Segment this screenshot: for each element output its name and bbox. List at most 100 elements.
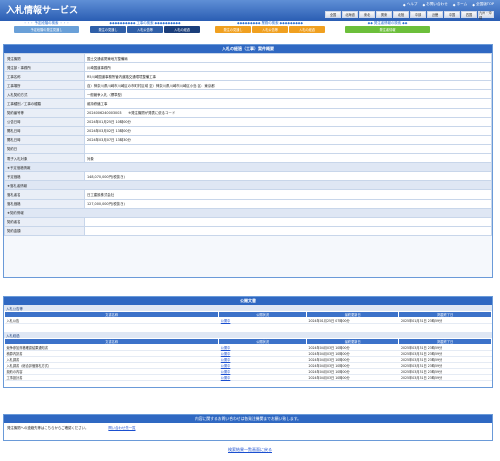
- row-value: 2024年03月02日 13時00分: [84, 125, 492, 136]
- region-button[interactable]: 北陸: [393, 11, 409, 18]
- row-value: 2024年03月07日 13時30分: [84, 134, 492, 145]
- row-value: 国土交通省関東地方整備局: [84, 52, 492, 64]
- back-to-results-link[interactable]: 検索結果一覧画面に戻る: [0, 447, 500, 453]
- header-link-label: ホーム: [456, 2, 468, 6]
- documents-title: 公開文書: [4, 297, 492, 305]
- row-label: 工事場所: [4, 80, 85, 91]
- app-title: 入札情報サービス: [6, 5, 79, 15]
- region-button[interactable]: 九州・沖縄: [478, 11, 494, 20]
- detail-row: 工事種別／工事の種類 維持修繕工事: [4, 98, 492, 109]
- row-value: 維持修繕工事: [84, 98, 492, 109]
- contact-list-link[interactable]: 問い合わせ先一覧: [108, 425, 135, 430]
- contact-panel: 内容に関するお問い合わせは各発注機関までお願い致します。 発注機関への連絡先等は…: [3, 414, 493, 441]
- status-link[interactable]: 公開中: [218, 317, 307, 324]
- section-heading: ★予定価格情報: [4, 162, 492, 173]
- header-link[interactable]: ◆ ヘルプ: [403, 2, 418, 7]
- tab-入札公告等[interactable]: 入札公告等: [127, 26, 163, 33]
- status-link[interactable]: 公開中: [218, 374, 307, 381]
- document-name: 入札公告: [4, 317, 219, 324]
- detail-row: 契約者名: [4, 216, 492, 227]
- row-label: 開札日時: [4, 134, 85, 145]
- row-label: 工事名称: [4, 71, 85, 82]
- detail-row: 契約日: [4, 143, 492, 155]
- date-cell: 2024年04月03日 10時00分: [306, 374, 399, 381]
- detail-row: 契約金額: [4, 225, 492, 236]
- row-label: 発注部・事務所: [4, 62, 85, 73]
- section-row: ★契約情報: [4, 207, 492, 218]
- region-button[interactable]: 関東: [376, 11, 392, 18]
- header-link-label: お問い合わせ: [426, 2, 448, 6]
- row-label: 落札者名: [4, 189, 85, 200]
- row-label: 工事種別／工事の種類: [4, 98, 85, 109]
- row-value: R5川崎国道事務所管内道路交通環境整備工事: [84, 71, 492, 82]
- tab-入札公告等[interactable]: 入札公告等: [252, 26, 288, 33]
- row-label: 開札日時: [4, 125, 85, 136]
- date-cell: 2024年01月25日 07時00分: [306, 317, 399, 324]
- detail-title: 入札の経過（工事）案件概要: [4, 45, 492, 53]
- home-icon: ◆: [452, 2, 456, 7]
- tab-予定段階の発注見通し[interactable]: 予定段階の発注見通し: [14, 26, 79, 33]
- section-row: ★予定価格情報: [4, 162, 492, 173]
- row-label: 公告日時: [4, 116, 85, 127]
- top-icon: ◆: [472, 2, 476, 7]
- row-value: 2024年01月25日 10時00分: [84, 116, 492, 127]
- header-link-label: ヘルプ: [406, 2, 418, 6]
- row-label: 入札契約方式: [4, 89, 85, 100]
- row-label: 電子入札対象: [4, 153, 85, 164]
- row-label: 発注機関: [4, 52, 85, 64]
- section-heading: ★契約情報: [4, 207, 492, 218]
- detail-row: 発注部・事務所 川崎国道事務所: [4, 62, 492, 73]
- row-value: [84, 216, 492, 227]
- row-value: 2024006240003003 ※発注機関が発表に依るコード: [84, 107, 492, 118]
- detail-row: 落札者名 日工建設株式会社: [4, 189, 492, 200]
- header-link[interactable]: ◆ お問い合わせ: [422, 2, 447, 7]
- app-header: 入札情報サービス ◆ ヘルプ ◆ お問い合わせ ◆ ホーム ◆ 全国版TOP 全国 北海道 東北関…: [0, 0, 500, 21]
- detail-row: 契約番号等 2024006240003003 ※発注機関が発表に依るコード: [4, 107, 492, 118]
- document-name: 工事設計書: [4, 374, 219, 381]
- region-button[interactable]: 四国: [461, 11, 477, 18]
- detail-row: 予定価格 148,070,000円(税抜き): [4, 171, 492, 182]
- table-row: 入札公告 公開中 2024年01月25日 07時00分 2025年01月31日 23時…: [4, 317, 492, 324]
- detail-row: 開札日時 2024年03月07日 13時30分: [4, 134, 492, 145]
- keika-table: 文書名称 公開状況 最終更新日 掲載終了日 競争参加資格確認結果通知書 公開中 2024年0…: [3, 338, 492, 381]
- detail-panel: 入札の経過（工事）案件概要 発注機関 国土交通省関東地方整備局 発注部・事務所 川崎国…: [3, 44, 493, 278]
- detail-row: 公告日時 2024年01月25日 10時00分: [4, 116, 492, 127]
- detail-table: 発注機関 国土交通省関東地方整備局 発注部・事務所 川崎国道事務所 工事名称 R5川崎国道…: [4, 52, 492, 236]
- tab-group: ◆◆◆◆◆◆◆◆◆◆ 工事の検索 ◆◆◆◆◆◆◆◆◆◆ 発注の見通し 入札公告等 入札…: [90, 21, 200, 36]
- header-link[interactable]: ◆ ホーム: [453, 2, 467, 7]
- date-cell: 2025年01月31日 23時59分: [398, 317, 492, 324]
- row-label: 予定価格: [4, 171, 85, 182]
- row-value: 一般競争入札（標準型）: [84, 89, 492, 100]
- region-button[interactable]: 中国: [444, 11, 460, 18]
- tab-発注の見通し[interactable]: 発注の見通し: [90, 26, 126, 33]
- region-button[interactable]: 全国: [325, 11, 341, 18]
- help-icon: ◆: [402, 2, 406, 7]
- detail-row: 工事名称 R5川崎国道事務所管内道路交通環境整備工事: [4, 71, 492, 82]
- mail-icon: ◆: [422, 2, 426, 7]
- row-value: [84, 225, 492, 236]
- row-value: 自）神奈川県川崎市川崎区の市町村区域 至）神奈川県川崎市川崎区小島 区：東京都: [84, 80, 492, 91]
- koukoku-table: 文書名称 公開状況 最終更新日 掲載終了日 入札公告 公開中 2024年01月25日 07時…: [3, 311, 492, 324]
- detail-row: 発注機関 国土交通省関東地方整備局: [4, 52, 492, 64]
- region-button[interactable]: 中部: [410, 11, 426, 18]
- table-row: 工事設計書 公開中 2024年04月03日 10時00分 2025年03月31日 23…: [4, 374, 492, 381]
- tab-発注の見通し[interactable]: 発注の見通し: [215, 26, 251, 33]
- row-value: [84, 143, 492, 155]
- tab-group: ◆◆ 発注者情報の検索 ◆◆ 発注者情報: [345, 21, 430, 36]
- row-label: 契約日: [4, 143, 85, 155]
- tab-group: ・・・ 予定段階の検索 ・・・ 予定段階の発注見通し: [14, 21, 79, 36]
- header-links: ◆ ヘルプ ◆ お問い合わせ ◆ ホーム ◆ 全国版TOP: [403, 2, 494, 7]
- region-button[interactable]: 近畿: [427, 11, 443, 18]
- row-label: 契約者名: [4, 216, 85, 227]
- region-button[interactable]: 北海道: [342, 11, 358, 18]
- tab-発注者情報[interactable]: 発注者情報: [345, 26, 430, 33]
- row-value: 127,000,000円(税抜き): [84, 198, 492, 209]
- search-tabs: ・・・ 予定段階の検索 ・・・ 予定段階の発注見通し ◆◆◆◆◆◆◆◆◆◆ 工事の検…: [0, 21, 500, 36]
- header-link[interactable]: ◆ 全国版TOP: [472, 2, 494, 7]
- region-button[interactable]: 東北: [359, 11, 375, 18]
- row-label: 契約金額: [4, 225, 85, 236]
- documents-panel: 公開文書 入札公告等 文書名称 公開状況 最終更新日 掲載終了日 入札公告 公開中 2024…: [3, 296, 493, 388]
- tab-入札の経過[interactable]: 入札の経過: [289, 26, 325, 33]
- tab-入札の経過[interactable]: 入札の経過: [164, 26, 200, 33]
- section-heading: ★落札者情報: [4, 180, 492, 191]
